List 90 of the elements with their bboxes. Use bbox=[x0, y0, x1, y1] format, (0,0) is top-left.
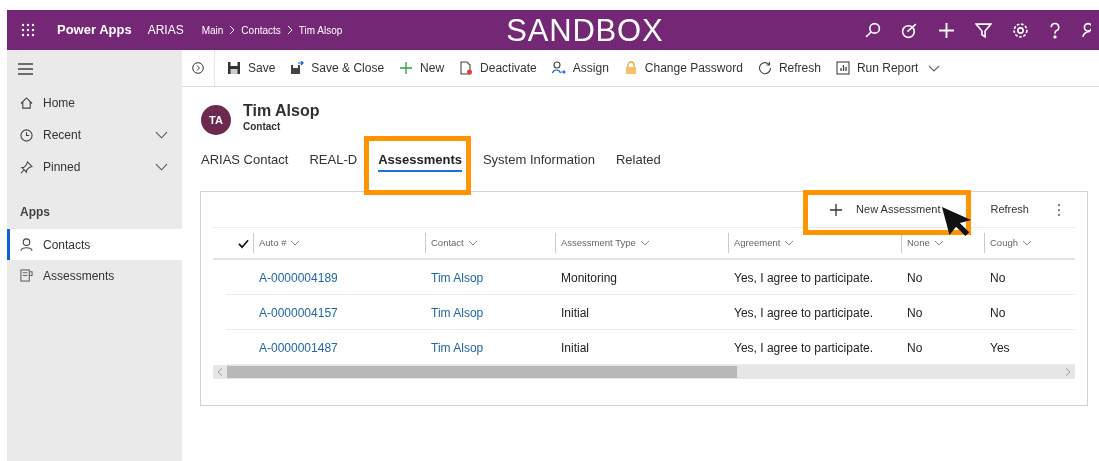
plus-icon[interactable] bbox=[830, 203, 843, 216]
tab[interactable]: Assessments bbox=[378, 150, 462, 172]
horizontal-scrollbar[interactable] bbox=[213, 365, 1075, 379]
target-icon[interactable] bbox=[901, 21, 918, 39]
table-cell: Yes, I agree to participate. bbox=[734, 341, 873, 355]
save-close-icon[interactable] bbox=[290, 61, 305, 75]
table-link[interactable]: A-0000004157 bbox=[259, 306, 338, 320]
filter-icon[interactable] bbox=[975, 21, 992, 39]
table-cell: Yes, I agree to participate. bbox=[734, 306, 873, 320]
tab[interactable]: Related bbox=[615, 150, 661, 172]
chevron-down-icon[interactable] bbox=[933, 240, 944, 246]
column-header[interactable]: Contact bbox=[431, 235, 464, 251]
report-icon[interactable] bbox=[835, 61, 850, 75]
toolbar-button[interactable]: Save bbox=[220, 53, 283, 83]
breadcrumb-link[interactable]: Main bbox=[201, 22, 224, 38]
table-cell: Initial bbox=[561, 341, 589, 355]
chevron-down-icon[interactable] bbox=[290, 240, 301, 246]
save-icon[interactable] bbox=[227, 61, 241, 75]
table-link[interactable]: Tim Alsop bbox=[431, 271, 484, 285]
chevron-down-icon[interactable] bbox=[467, 240, 478, 246]
menu-icon[interactable] bbox=[18, 62, 33, 75]
table-cell: Yes bbox=[990, 341, 1010, 355]
chevron-down-icon[interactable] bbox=[1022, 240, 1032, 246]
table-cell: Initial bbox=[561, 306, 589, 320]
toolbar-button[interactable]: Assign bbox=[544, 53, 616, 83]
chevron-right-icon[interactable] bbox=[229, 25, 236, 35]
toolbar-button[interactable]: Deactivate bbox=[452, 53, 544, 83]
refresh-icon[interactable] bbox=[757, 61, 772, 75]
toolbar-button[interactable]: New bbox=[392, 53, 452, 83]
sidebar-item[interactable]: Assessments bbox=[7, 260, 182, 291]
environment-name[interactable]: ARIAS bbox=[147, 21, 184, 39]
chevron-down-icon[interactable] bbox=[784, 240, 795, 246]
app-launcher-icon[interactable] bbox=[21, 23, 35, 37]
record-type: Contact bbox=[243, 121, 282, 133]
tab[interactable]: ARIAS Contact bbox=[201, 150, 289, 172]
check-icon[interactable] bbox=[238, 237, 249, 249]
toolbar-button[interactable]: Refresh bbox=[750, 53, 828, 83]
table-cell: Yes, I agree to participate. bbox=[734, 271, 873, 285]
column-header[interactable]: Assessment Type bbox=[561, 235, 636, 251]
column-header[interactable]: Auto # bbox=[259, 235, 287, 251]
more-icon[interactable] bbox=[1057, 202, 1061, 217]
sandbox-label: SANDBOX bbox=[506, 14, 664, 46]
pin-icon[interactable] bbox=[20, 160, 33, 174]
breadcrumb-link[interactable]: Contacts bbox=[241, 22, 281, 38]
table-cell: No bbox=[907, 341, 923, 355]
search-icon[interactable] bbox=[864, 21, 881, 39]
chevron-down-icon[interactable] bbox=[928, 64, 941, 72]
home-icon[interactable] bbox=[20, 96, 33, 110]
sidebar-item[interactable]: Contacts bbox=[7, 229, 182, 260]
tab[interactable]: REAL-D bbox=[309, 150, 358, 172]
section-heading: Apps bbox=[20, 204, 51, 221]
chevron-down-icon[interactable] bbox=[639, 240, 650, 246]
table-link[interactable]: A-0000004189 bbox=[259, 271, 338, 285]
table-cell: No bbox=[990, 271, 1006, 285]
table-cell: No bbox=[990, 306, 1006, 320]
user-icon[interactable] bbox=[1081, 21, 1091, 39]
record-name: Tim Alsop bbox=[243, 101, 320, 121]
table-link[interactable]: A-0000001487 bbox=[259, 341, 338, 355]
person-icon[interactable] bbox=[20, 238, 33, 251]
table-cell: No bbox=[907, 271, 923, 285]
document-icon[interactable] bbox=[459, 61, 474, 75]
assign-icon[interactable] bbox=[551, 61, 566, 75]
breadcrumb-link[interactable]: Tim Alsop bbox=[298, 22, 343, 38]
settings-icon[interactable] bbox=[1012, 21, 1029, 39]
table-link[interactable]: Tim Alsop bbox=[431, 306, 484, 320]
table-link[interactable]: Tim Alsop bbox=[431, 341, 484, 355]
command-button[interactable]: New Assessment bbox=[830, 201, 941, 218]
chevron-circle-icon[interactable] bbox=[192, 62, 204, 74]
toolbar-button[interactable]: Run Report bbox=[828, 53, 926, 83]
form-icon[interactable] bbox=[20, 269, 33, 282]
tab[interactable]: System Information bbox=[482, 150, 595, 172]
command-button[interactable]: Refresh bbox=[990, 201, 1029, 218]
sidebar-item[interactable]: Pinned bbox=[7, 151, 182, 183]
column-header[interactable]: Cough bbox=[990, 235, 1018, 251]
column-header[interactable]: None bbox=[907, 235, 930, 251]
avatar: TA bbox=[201, 105, 231, 135]
chevron-down-icon[interactable] bbox=[155, 163, 168, 171]
clock-icon[interactable] bbox=[20, 128, 33, 142]
app-name[interactable]: Power Apps bbox=[57, 20, 132, 40]
toolbar-button[interactable]: Change Password bbox=[616, 53, 750, 83]
sidebar-item[interactable]: Recent bbox=[7, 119, 182, 151]
chevron-down-icon[interactable] bbox=[155, 131, 168, 139]
scrollbar-thumb[interactable] bbox=[227, 366, 737, 378]
help-icon[interactable] bbox=[1049, 21, 1061, 39]
chevron-right-icon[interactable] bbox=[286, 25, 293, 35]
toolbar-button[interactable]: Save & Close bbox=[283, 53, 392, 83]
table-cell: No bbox=[907, 306, 923, 320]
sidebar-item[interactable]: Home bbox=[7, 87, 182, 119]
column-header[interactable]: Agreement bbox=[734, 235, 781, 251]
table-cell: Monitoring bbox=[561, 271, 618, 285]
